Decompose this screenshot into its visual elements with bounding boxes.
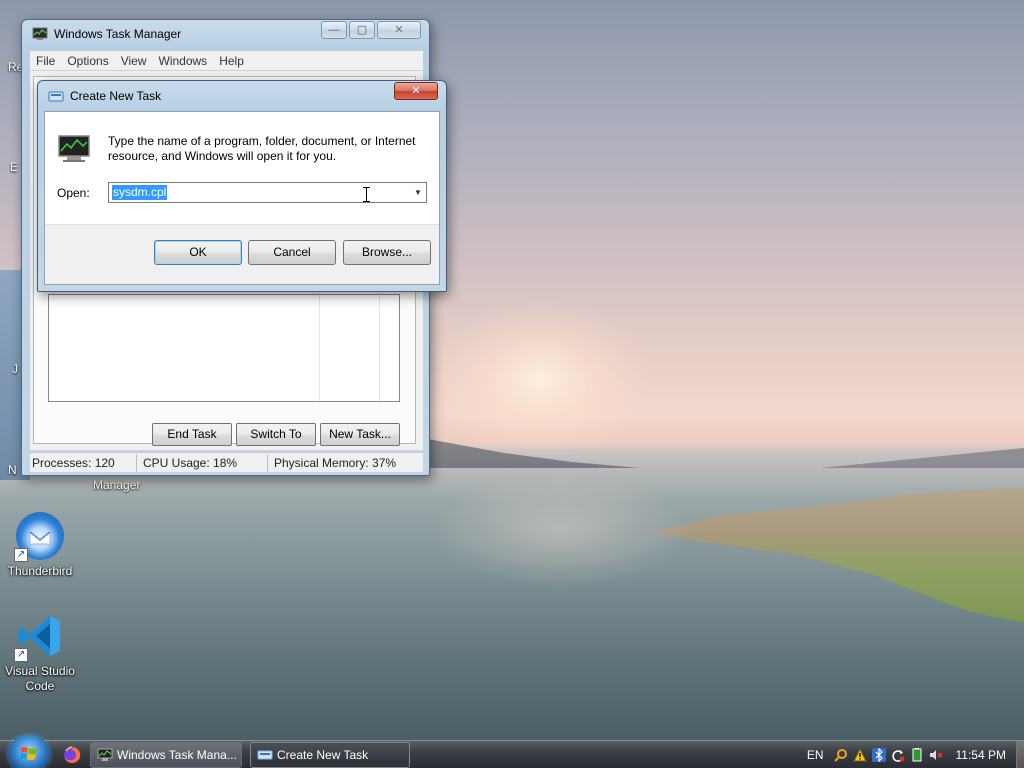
menu-options[interactable]: Options	[61, 54, 114, 68]
taskbar-item-label: Create New Task	[277, 748, 369, 762]
dialog-footer: OK Cancel Browse...	[45, 224, 439, 284]
clock[interactable]: 11:54 PM	[956, 748, 1006, 762]
open-combobox[interactable]: sysdm.cpl ▼	[108, 182, 427, 203]
desktop-icon-label-partial[interactable]: N	[8, 463, 17, 477]
taskbar-item-label: Windows Task Mana...	[117, 748, 237, 762]
firefox-icon[interactable]	[62, 745, 82, 765]
menu-view[interactable]: View	[115, 54, 153, 68]
dialog-body: Type the name of a program, folder, docu…	[44, 111, 440, 285]
applications-list[interactable]	[48, 294, 400, 402]
search-icon[interactable]	[833, 748, 848, 762]
status-physical-memory: Physical Memory: 37%	[274, 455, 397, 470]
task-manager-icon	[97, 748, 113, 761]
task-manager-icon	[32, 27, 48, 40]
end-task-button[interactable]: End Task	[152, 423, 232, 446]
task-manager-icon	[58, 135, 90, 162]
close-button[interactable]: ✕	[377, 21, 421, 39]
bluetooth-icon[interactable]	[871, 748, 886, 762]
wallpaper-island	[650, 488, 1024, 623]
close-icon: ✕	[394, 24, 404, 36]
language-indicator[interactable]: EN	[807, 748, 824, 762]
show-desktop-button[interactable]	[1016, 741, 1024, 768]
ok-button[interactable]: OK	[154, 240, 242, 265]
desktop-icon-label-task-manager[interactable]: Manager	[93, 478, 140, 492]
windows-logo-icon	[20, 747, 37, 760]
new-task-button[interactable]: New Task...	[320, 423, 400, 446]
open-label: Open:	[57, 186, 90, 200]
shortcut-arrow-icon: ↗	[14, 548, 28, 562]
dialog-title: Create New Task	[70, 89, 162, 103]
wallpaper-sun	[430, 300, 650, 460]
status-processes: Processes: 120	[30, 453, 137, 472]
dialog-close-button[interactable]: ✕	[394, 82, 438, 100]
dialog-message: Type the name of a program, folder, docu…	[108, 134, 416, 163]
menu-windows[interactable]: Windows	[153, 54, 214, 68]
create-new-task-dialog: Create New Task ✕ Type the name of a pro…	[37, 80, 447, 292]
wallpaper-reflection	[430, 470, 690, 590]
desktop-icon-label: Visual Studio Code	[5, 664, 75, 693]
minimize-icon: —	[328, 24, 340, 36]
warning-icon[interactable]	[852, 748, 867, 762]
open-input-value[interactable]: sysdm.cpl	[112, 185, 168, 200]
list-column-divider	[319, 295, 320, 401]
switch-to-button[interactable]: Switch To	[236, 423, 316, 446]
run-icon	[257, 750, 273, 760]
sync-icon[interactable]	[891, 748, 905, 762]
shortcut-arrow-icon: ↗	[14, 648, 28, 662]
maximize-button[interactable]: ▢	[349, 21, 375, 39]
battery-icon[interactable]	[910, 748, 924, 762]
maximize-icon: ▢	[356, 24, 368, 36]
desktop-icon-label-partial[interactable]: E	[10, 160, 18, 174]
status-bar: Processes: 120 CPU Usage: 18% Physical M…	[30, 452, 423, 472]
desktop-icon-thunderbird[interactable]: ↗ Thunderbird	[0, 512, 80, 579]
thunderbird-icon: ↗	[14, 512, 64, 562]
vscode-icon: ↗	[14, 612, 64, 662]
taskbar-item-task-manager[interactable]: Windows Task Mana...	[90, 742, 242, 768]
desktop-icon-label-partial[interactable]: J	[12, 362, 18, 376]
system-tray: EN 11:54 PM	[807, 741, 1024, 768]
volume-muted-icon[interactable]	[929, 748, 943, 762]
list-column-divider	[379, 295, 380, 401]
dropdown-arrow-icon[interactable]: ▼	[410, 183, 426, 202]
start-button[interactable]	[8, 735, 50, 768]
cancel-button[interactable]: Cancel	[248, 240, 336, 265]
window-title: Windows Task Manager	[54, 27, 182, 41]
taskbar: Windows Task Mana... Create New Task EN	[0, 735, 1024, 768]
menu-file[interactable]: File	[30, 54, 61, 68]
menu-help[interactable]: Help	[213, 54, 250, 68]
close-icon: ✕	[411, 85, 421, 97]
minimize-button[interactable]: —	[321, 21, 347, 39]
menu-bar: File Options View Windows Help	[30, 51, 423, 71]
run-icon	[48, 91, 64, 102]
browse-button[interactable]: Browse...	[343, 240, 431, 265]
taskbar-item-create-new-task[interactable]: Create New Task	[250, 742, 410, 768]
status-cpu-usage: CPU Usage: 18%	[137, 453, 268, 472]
dialog-titlebar[interactable]: Create New Task	[38, 81, 446, 111]
wallpaper-hill-far	[820, 448, 1024, 468]
desktop-icon-vscode[interactable]: ↗ Visual Studio Code	[0, 612, 80, 694]
desktop-icon-label: Thunderbird	[7, 564, 73, 578]
text-cursor-icon	[363, 187, 370, 202]
